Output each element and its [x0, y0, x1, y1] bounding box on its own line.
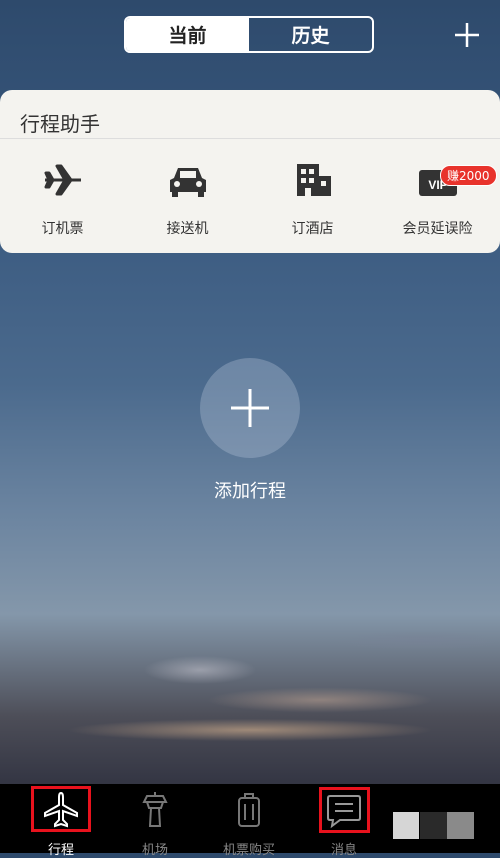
hotel-icon [296, 164, 331, 196]
nav-ticket-purchase[interactable]: 机票购买 [204, 784, 294, 858]
airport-transfer-button[interactable]: 接送机 [125, 160, 250, 240]
card-title: 行程助手 [20, 112, 100, 136]
nav-label: 机场 [141, 843, 168, 858]
item-label: 会员延误险 [402, 221, 473, 237]
book-hotel-button[interactable]: 订酒店 [250, 160, 375, 240]
airport-tower-icon [142, 792, 168, 827]
add-trip-button[interactable] [200, 358, 300, 458]
nav-label: 消息 [330, 843, 357, 858]
nav-label: 机票购买 [222, 843, 275, 858]
tab-history[interactable]: 历史 [249, 18, 372, 51]
placeholder-block [393, 812, 419, 839]
add-icon[interactable] [452, 20, 482, 50]
item-label: 接送机 [166, 221, 209, 237]
background-clouds [0, 620, 500, 790]
highlight-box [31, 786, 91, 832]
book-flight-button[interactable]: 订机票 [0, 160, 125, 240]
reward-badge: 赚2000 [440, 165, 497, 186]
plus-icon [231, 389, 269, 427]
trip-assistant-card: 行程助手 订机票 接送机 订酒店 VIP 会员延误险 [0, 90, 500, 253]
divider [0, 138, 500, 139]
add-trip-label: 添加行程 [214, 481, 286, 502]
tab-current[interactable]: 当前 [126, 18, 249, 51]
luggage-icon [238, 793, 260, 827]
nav-label: 行程 [47, 843, 74, 858]
highlight-box [319, 787, 370, 833]
car-icon [169, 168, 206, 197]
nav-airport[interactable]: 机场 [110, 784, 200, 858]
trip-segment-control: 当前 历史 [124, 16, 374, 53]
item-label: 订酒店 [291, 221, 334, 237]
item-label: 订机票 [41, 221, 84, 237]
placeholder-block [447, 812, 474, 839]
plane-icon [44, 164, 81, 196]
placeholder-block [420, 812, 447, 839]
